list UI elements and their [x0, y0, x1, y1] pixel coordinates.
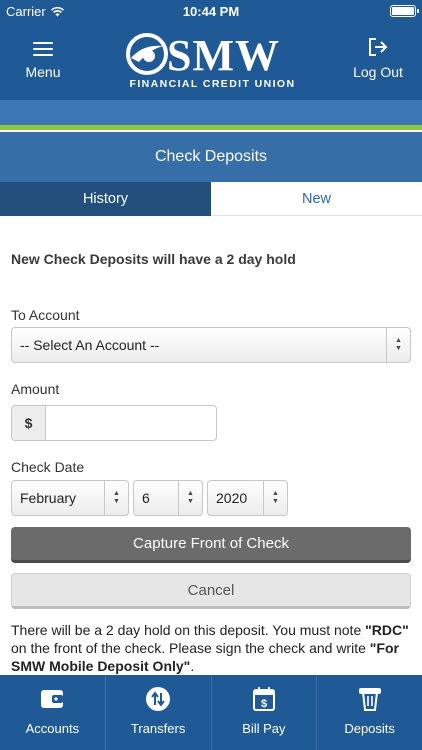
logo-subtitle: FINANCIAL CREDIT UNION [129, 78, 296, 90]
nav-transfers[interactable]: Transfers [106, 675, 212, 750]
to-account-label: To Account [11, 307, 80, 323]
logo-name: SMW [167, 31, 280, 80]
disclaimer-text-3: . [190, 658, 195, 674]
svg-text:$: $ [261, 698, 267, 710]
select-arrows-icon: ▲ ▼ [386, 328, 410, 362]
select-arrows-icon: ▲ ▼ [263, 481, 287, 515]
select-arrows-icon: ▲ ▼ [104, 481, 128, 515]
deposit-tabs: History New [0, 182, 422, 216]
nav-accounts[interactable]: Accounts [0, 675, 106, 750]
to-account-value: -- Select An Account -- [20, 337, 160, 353]
amount-field-group: $ [11, 405, 217, 441]
bottom-nav: Accounts Transfers $ Bill Pay Deposits [0, 675, 422, 750]
tab-history[interactable]: History [0, 182, 211, 216]
clock: 10:44 PM [182, 4, 240, 19]
accent-divider [0, 125, 422, 130]
amount-label: Amount [11, 381, 60, 397]
select-arrows-icon: ▲ ▼ [178, 481, 202, 515]
cancel-button[interactable]: Cancel [11, 573, 411, 609]
disclaimer-text-1: There will be a 2 day hold on this depos… [11, 622, 366, 638]
nav-deposits[interactable]: Deposits [317, 675, 422, 750]
app-header: Menu SMW FINANCIAL CREDIT UNION Log Out [0, 24, 422, 100]
deposit-disclaimer: There will be a 2 day hold on this depos… [11, 621, 413, 675]
menu-button[interactable]: Menu [18, 38, 68, 80]
hold-notice: New Check Deposits will have a 2 day hol… [11, 251, 296, 267]
check-deposit-icon [356, 685, 384, 713]
wallet-icon [38, 685, 66, 713]
nav-bill-pay[interactable]: $ Bill Pay [212, 675, 318, 750]
page-title: Check Deposits [0, 132, 422, 182]
transfer-arrows-icon [144, 685, 172, 713]
logout-icon [369, 38, 388, 56]
battery-icon [390, 5, 419, 17]
year-value: 2020 [216, 490, 248, 506]
status-bar: Carrier 10:44 PM [0, 0, 422, 24]
nav-transfers-label: Transfers [130, 721, 186, 736]
nav-deposits-label: Deposits [344, 721, 395, 736]
currency-prefix: $ [11, 405, 45, 441]
calendar-dollar-icon: $ [250, 685, 278, 713]
month-select[interactable]: February ▲ ▼ [11, 480, 129, 516]
logo-swoosh-icon [126, 33, 168, 75]
header-band [0, 100, 422, 125]
disclaimer-text-2: on the front of the check. Please sign t… [11, 640, 370, 656]
to-account-select[interactable]: -- Select An Account -- ▲ ▼ [11, 327, 411, 363]
amount-input[interactable] [45, 405, 217, 441]
day-value: 6 [142, 490, 150, 506]
smw-logo: SMW FINANCIAL CREDIT UNION [115, 32, 310, 92]
menu-label: Menu [25, 64, 61, 80]
day-select[interactable]: 6 ▲ ▼ [133, 480, 203, 516]
nav-bill-pay-label: Bill Pay [242, 721, 286, 736]
nav-accounts-label: Accounts [25, 721, 80, 736]
capture-front-button[interactable]: Capture Front of Check [11, 527, 411, 563]
logout-label: Log Out [353, 64, 403, 80]
hamburger-icon [33, 42, 53, 56]
month-value: February [20, 490, 77, 506]
tab-new[interactable]: New [211, 182, 422, 216]
year-select[interactable]: 2020 ▲ ▼ [207, 480, 288, 516]
rdc-note: "RDC" [365, 622, 409, 638]
logout-button[interactable]: Log Out [348, 36, 408, 80]
check-date-label: Check Date [11, 459, 85, 475]
